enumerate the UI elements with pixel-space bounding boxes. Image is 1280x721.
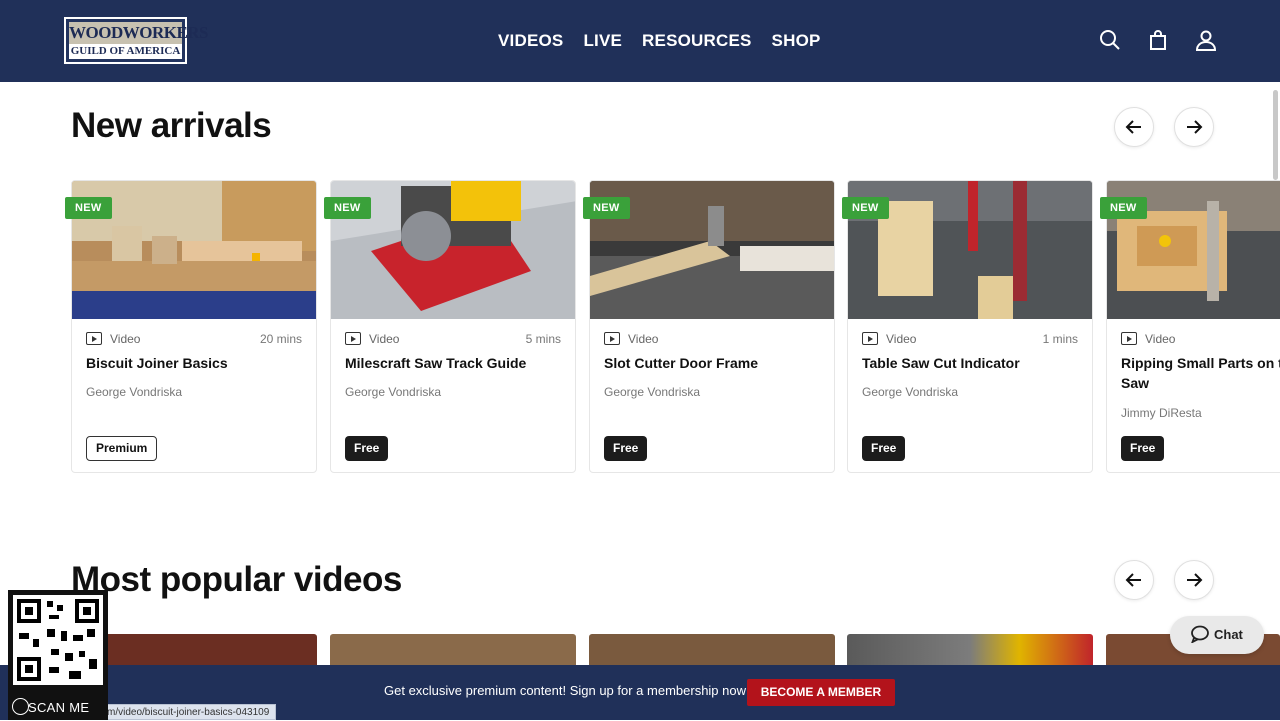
arrow-left-icon xyxy=(1125,120,1141,134)
become-member-button[interactable]: BECOME A MEMBER xyxy=(747,679,895,706)
video-duration: 1 mins xyxy=(1042,332,1078,346)
video-type: Video xyxy=(886,332,917,346)
chat-label: Chat xyxy=(1214,627,1243,642)
nav-live[interactable]: LIVE xyxy=(583,29,622,53)
video-meta: Video 1 mins xyxy=(862,331,1078,347)
new-arrivals-next-button[interactable] xyxy=(1174,107,1214,147)
video-icon xyxy=(604,332,620,345)
video-icon xyxy=(862,332,878,345)
qr-code xyxy=(13,595,103,685)
nav-resources[interactable]: RESOURCES xyxy=(642,29,752,53)
video-author: George Vondriska xyxy=(345,385,442,399)
new-badge: NEW xyxy=(324,197,371,219)
logo-subtitle: GUILD OF AMERICA xyxy=(69,44,182,59)
page-scrollbar[interactable] xyxy=(1273,90,1278,180)
scan-me-label: SCAN ME xyxy=(28,700,90,715)
video-author: George Vondriska xyxy=(862,385,959,399)
arrow-left-icon xyxy=(1125,573,1141,587)
new-badge: NEW xyxy=(65,197,112,219)
access-badge: Free xyxy=(1121,436,1165,461)
section-title-new-arrivals: New arrivals xyxy=(71,106,272,145)
video-title[interactable]: Ripping Small Parts on the Table Saw xyxy=(1121,353,1280,393)
video-type: Video xyxy=(110,332,141,346)
video-icon xyxy=(1121,332,1137,345)
chat-button[interactable]: Chat xyxy=(1170,616,1264,654)
new-badge: NEW xyxy=(842,197,889,219)
video-title[interactable]: Milescraft Saw Track Guide xyxy=(345,353,565,373)
popular-next-button[interactable] xyxy=(1174,560,1214,600)
new-badge: NEW xyxy=(583,197,630,219)
cart-icon[interactable] xyxy=(1146,28,1170,52)
video-duration: 20 mins xyxy=(259,332,302,346)
video-author: Jimmy DiResta xyxy=(1121,406,1202,420)
video-icon xyxy=(345,332,361,345)
video-meta: Video 20 mins xyxy=(86,331,302,347)
nav-videos[interactable]: VIDEOS xyxy=(498,29,563,53)
nav-shop[interactable]: SHOP xyxy=(772,29,821,53)
chat-bubble-icon xyxy=(1191,625,1209,643)
video-author: George Vondriska xyxy=(604,385,701,399)
video-meta: Video xyxy=(604,331,820,347)
new-badge: NEW xyxy=(1100,197,1147,219)
video-meta: Video xyxy=(1121,331,1280,347)
video-card[interactable]: Video Ripping Small Parts on the Table S… xyxy=(1106,180,1280,473)
video-meta: Video 5 mins xyxy=(345,331,561,347)
new-arrivals-prev-button[interactable] xyxy=(1114,107,1154,147)
video-card[interactable]: Video 1 mins Table Saw Cut Indicator Geo… xyxy=(847,180,1093,473)
video-type: Video xyxy=(628,332,659,346)
video-card[interactable]: Video 20 mins Biscuit Joiner Basics Geor… xyxy=(71,180,317,473)
promo-text: Get exclusive premium content! Sign up f… xyxy=(384,683,750,698)
site-logo[interactable]: WOODWORKERS GUILD OF AMERICA xyxy=(64,17,209,64)
video-type: Video xyxy=(1145,332,1176,346)
video-duration: 5 mins xyxy=(525,332,561,346)
video-card[interactable]: Video 5 mins Milescraft Saw Track Guide … xyxy=(330,180,576,473)
main-nav: VIDEOS LIVE RESOURCES SHOP xyxy=(498,29,821,53)
access-badge: Free xyxy=(604,436,648,461)
search-icon[interactable] xyxy=(1098,28,1122,52)
video-title[interactable]: Table Saw Cut Indicator xyxy=(862,353,1082,373)
arrow-right-icon xyxy=(1187,120,1203,134)
section-title-most-popular: Most popular videos xyxy=(71,560,402,599)
video-type: Video xyxy=(369,332,400,346)
video-icon xyxy=(86,332,102,345)
status-bar-url: m/video/biscuit-joiner-basics-043109 xyxy=(100,704,277,720)
access-badge: Premium xyxy=(86,436,158,461)
video-author: George Vondriska xyxy=(86,385,183,399)
header-actions xyxy=(1098,28,1218,52)
access-badge: Free xyxy=(862,436,906,461)
access-badge: Free xyxy=(345,436,389,461)
user-icon[interactable] xyxy=(1194,28,1218,52)
video-title[interactable]: Slot Cutter Door Frame xyxy=(604,353,824,373)
arrow-right-icon xyxy=(1187,573,1203,587)
phone-icon xyxy=(12,698,29,715)
video-card[interactable]: Video Slot Cutter Door Frame George Vond… xyxy=(589,180,835,473)
logo-wordmark: WOODWORKERS xyxy=(69,22,209,44)
video-title[interactable]: Biscuit Joiner Basics xyxy=(86,353,306,373)
popular-prev-button[interactable] xyxy=(1114,560,1154,600)
